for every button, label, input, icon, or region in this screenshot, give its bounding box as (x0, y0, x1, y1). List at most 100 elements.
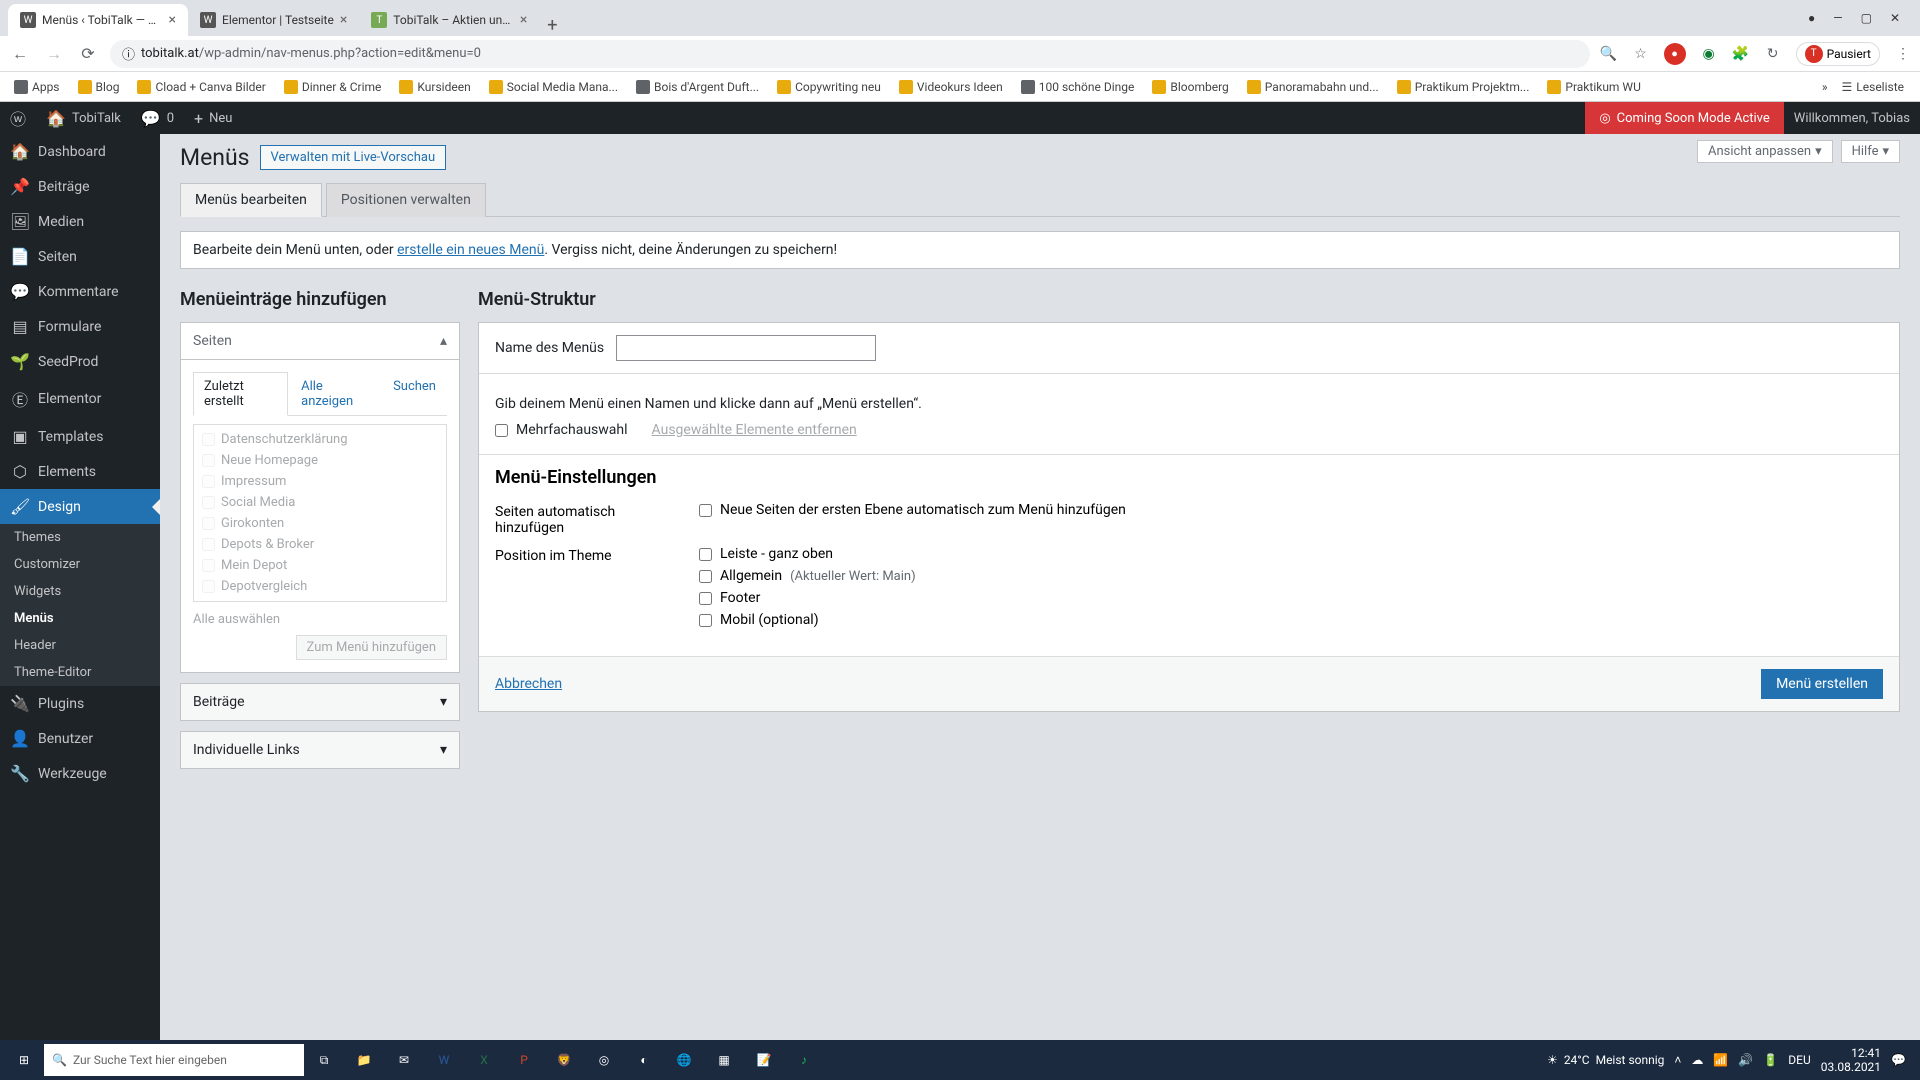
bookmark-item[interactable]: Social Media Mana... (483, 78, 624, 96)
sidebar-dashboard[interactable]: 🏠Dashboard (0, 134, 160, 169)
bookmark-overflow-icon[interactable]: » (1822, 80, 1828, 94)
tab-manage-positions[interactable]: Positionen verwalten (326, 183, 486, 217)
page-checkbox-item[interactable]: Depots & Broker (198, 534, 442, 555)
taskbar-search[interactable]: 🔍 Zur Suche Text hier eingeben (44, 1044, 304, 1076)
bookmark-item[interactable]: Praktikum Projektm... (1391, 78, 1536, 96)
sidebar-tools[interactable]: 🔧Werkzeuge (0, 756, 160, 791)
submenu-menus[interactable]: Menüs (0, 605, 160, 632)
taskbar-obs-icon[interactable]: ◎ (584, 1040, 624, 1080)
submenu-header[interactable]: Header (0, 632, 160, 659)
chrome-menu-icon[interactable]: ⋮ (1894, 45, 1912, 63)
submenu-widgets[interactable]: Widgets (0, 578, 160, 605)
sidebar-comments[interactable]: 💬Kommentare (0, 274, 160, 309)
page-checkbox-item[interactable]: Mein Depot (198, 555, 442, 576)
sidebar-seedprod[interactable]: 🌱SeedProd (0, 344, 160, 379)
sidebar-plugins[interactable]: 🔌Plugins (0, 686, 160, 721)
bookmark-apps[interactable]: Apps (8, 78, 66, 96)
bookmark-star-icon[interactable]: ☆ (1632, 45, 1650, 63)
taskbar-edge-icon[interactable]: 🌐 (664, 1040, 704, 1080)
bookmark-item[interactable]: Cload + Canva Bilder (131, 78, 271, 96)
minimize-icon[interactable]: — (1833, 11, 1842, 25)
live-preview-button[interactable]: Verwalten mit Live-Vorschau (260, 145, 447, 170)
relaunch-icon[interactable]: ↻ (1764, 45, 1782, 63)
bookmark-item[interactable]: Blog (72, 78, 126, 96)
extension-adblock-icon[interactable]: ● (1664, 43, 1686, 65)
sidebar-users[interactable]: 👤Benutzer (0, 721, 160, 756)
browser-tab[interactable]: W Elementor | Testseite × (188, 4, 359, 36)
sidebar-media[interactable]: 🖼Medien (0, 204, 160, 239)
back-button[interactable]: ← (8, 42, 32, 66)
new-tab-button[interactable]: + (539, 15, 565, 36)
multiselect-checkbox[interactable] (495, 424, 508, 437)
sidebar-elementor[interactable]: ⒺElementor (0, 379, 160, 419)
url-input[interactable]: ⓘ tobitalk.at/wp-admin/nav-menus.php?act… (110, 40, 1590, 68)
page-checkbox-item[interactable]: Girokonten (198, 513, 442, 534)
inner-tab-recent[interactable]: Zuletzt erstellt (193, 372, 288, 416)
task-view-button[interactable]: ⧉ (304, 1040, 344, 1080)
sidebar-pages[interactable]: 📄Seiten (0, 239, 160, 274)
reading-list-button[interactable]: ☰Leseliste (1834, 80, 1912, 94)
tab-close-icon[interactable]: × (169, 12, 176, 28)
site-info-icon[interactable]: ⓘ (122, 44, 135, 63)
site-name-menu[interactable]: 🏠TobiTalk (36, 102, 131, 134)
sidebar-posts[interactable]: 📌Beiträge (0, 169, 160, 204)
taskbar-mail-icon[interactable]: ✉ (384, 1040, 424, 1080)
battery-icon[interactable]: 🔋 (1763, 1053, 1778, 1067)
taskbar-spotify-icon[interactable]: ♪ (784, 1040, 824, 1080)
taskbar-notepad-icon[interactable]: 📝 (744, 1040, 784, 1080)
inner-tab-search[interactable]: Suchen (382, 372, 447, 415)
extension-grammarly-icon[interactable]: ◉ (1700, 45, 1718, 63)
select-all-link[interactable]: Alle auswählen (193, 612, 447, 627)
maximize-icon[interactable]: ▢ (1861, 11, 1872, 25)
auto-add-option[interactable]: Neue Seiten der ersten Ebene automatisch… (699, 502, 1883, 518)
page-checkbox-item[interactable]: Impressum (198, 471, 442, 492)
zoom-icon[interactable]: 🔍 (1600, 45, 1618, 63)
remove-selected-link[interactable]: Ausgewählte Elemente entfernen (652, 422, 857, 438)
inner-tab-all[interactable]: Alle anzeigen (290, 372, 380, 415)
wp-logo-menu[interactable]: ⓦ (0, 102, 36, 134)
extensions-icon[interactable]: 🧩 (1732, 45, 1750, 63)
taskbar-powerpoint-icon[interactable]: P (504, 1040, 544, 1080)
volume-icon[interactable]: 🔊 (1738, 1053, 1753, 1067)
taskbar-chrome-icon[interactable]: ◐ (624, 1040, 664, 1080)
browser-tab[interactable]: T TobiTalk – Aktien und persönlich... × (359, 4, 539, 36)
position-option-bar[interactable]: Leiste - ganz oben (699, 546, 1883, 562)
create-menu-button[interactable]: Menü erstellen (1761, 669, 1883, 699)
menu-name-input[interactable] (616, 335, 876, 361)
chrome-account-icon[interactable]: ● (1808, 11, 1815, 25)
screen-options-button[interactable]: Ansicht anpassen▾ (1697, 140, 1833, 163)
tab-close-icon[interactable]: × (340, 12, 347, 28)
bookmark-item[interactable]: Videokurs Ideen (893, 78, 1009, 96)
onedrive-icon[interactable]: ☁ (1691, 1053, 1703, 1067)
page-checkbox-item[interactable]: Datenschutzerklärung (198, 429, 442, 450)
bookmark-item[interactable]: Panoramabahn und... (1241, 78, 1385, 96)
page-checkbox-item[interactable]: Depotvergleich (198, 576, 442, 597)
close-window-icon[interactable]: ✕ (1890, 11, 1900, 25)
accordion-posts-toggle[interactable]: Beiträge ▾ (181, 684, 459, 720)
bookmark-item[interactable]: 100 schöne Dinge (1015, 78, 1141, 96)
accordion-links-toggle[interactable]: Individuelle Links ▾ (181, 732, 459, 768)
taskbar-app-icon[interactable]: ▦ (704, 1040, 744, 1080)
bookmark-item[interactable]: Copywriting neu (771, 78, 887, 96)
create-new-menu-link[interactable]: erstelle ein neues Menü (397, 242, 544, 258)
network-icon[interactable]: 📶 (1713, 1053, 1728, 1067)
position-option-footer[interactable]: Footer (699, 590, 1883, 606)
language-indicator[interactable]: DEU (1788, 1053, 1810, 1067)
pages-list[interactable]: Datenschutzerklärung Neue Homepage Impre… (193, 424, 447, 602)
forward-button[interactable]: → (42, 42, 66, 66)
taskbar-clock[interactable]: 12:41 03.08.2021 (1821, 1046, 1881, 1075)
sidebar-forms[interactable]: ▤Formulare (0, 309, 160, 344)
page-checkbox-item[interactable]: Social Media (198, 492, 442, 513)
cancel-link[interactable]: Abbrechen (495, 676, 562, 692)
submenu-customizer[interactable]: Customizer (0, 551, 160, 578)
taskbar-word-icon[interactable]: W (424, 1040, 464, 1080)
position-option-mobile[interactable]: Mobil (optional) (699, 612, 1883, 628)
bookmark-item[interactable]: Bloomberg (1146, 78, 1234, 96)
comments-menu[interactable]: 💬0 (131, 102, 184, 134)
bookmark-item[interactable]: Bois d'Argent Duft... (630, 78, 765, 96)
taskbar-excel-icon[interactable]: X (464, 1040, 504, 1080)
accordion-pages-toggle[interactable]: Seiten ▴ (181, 323, 459, 359)
weather-widget[interactable]: ☀ 24°C Meist sonnig (1547, 1053, 1664, 1067)
user-account-menu[interactable]: Willkommen, Tobias (1784, 102, 1920, 134)
tab-close-icon[interactable]: × (520, 12, 527, 28)
